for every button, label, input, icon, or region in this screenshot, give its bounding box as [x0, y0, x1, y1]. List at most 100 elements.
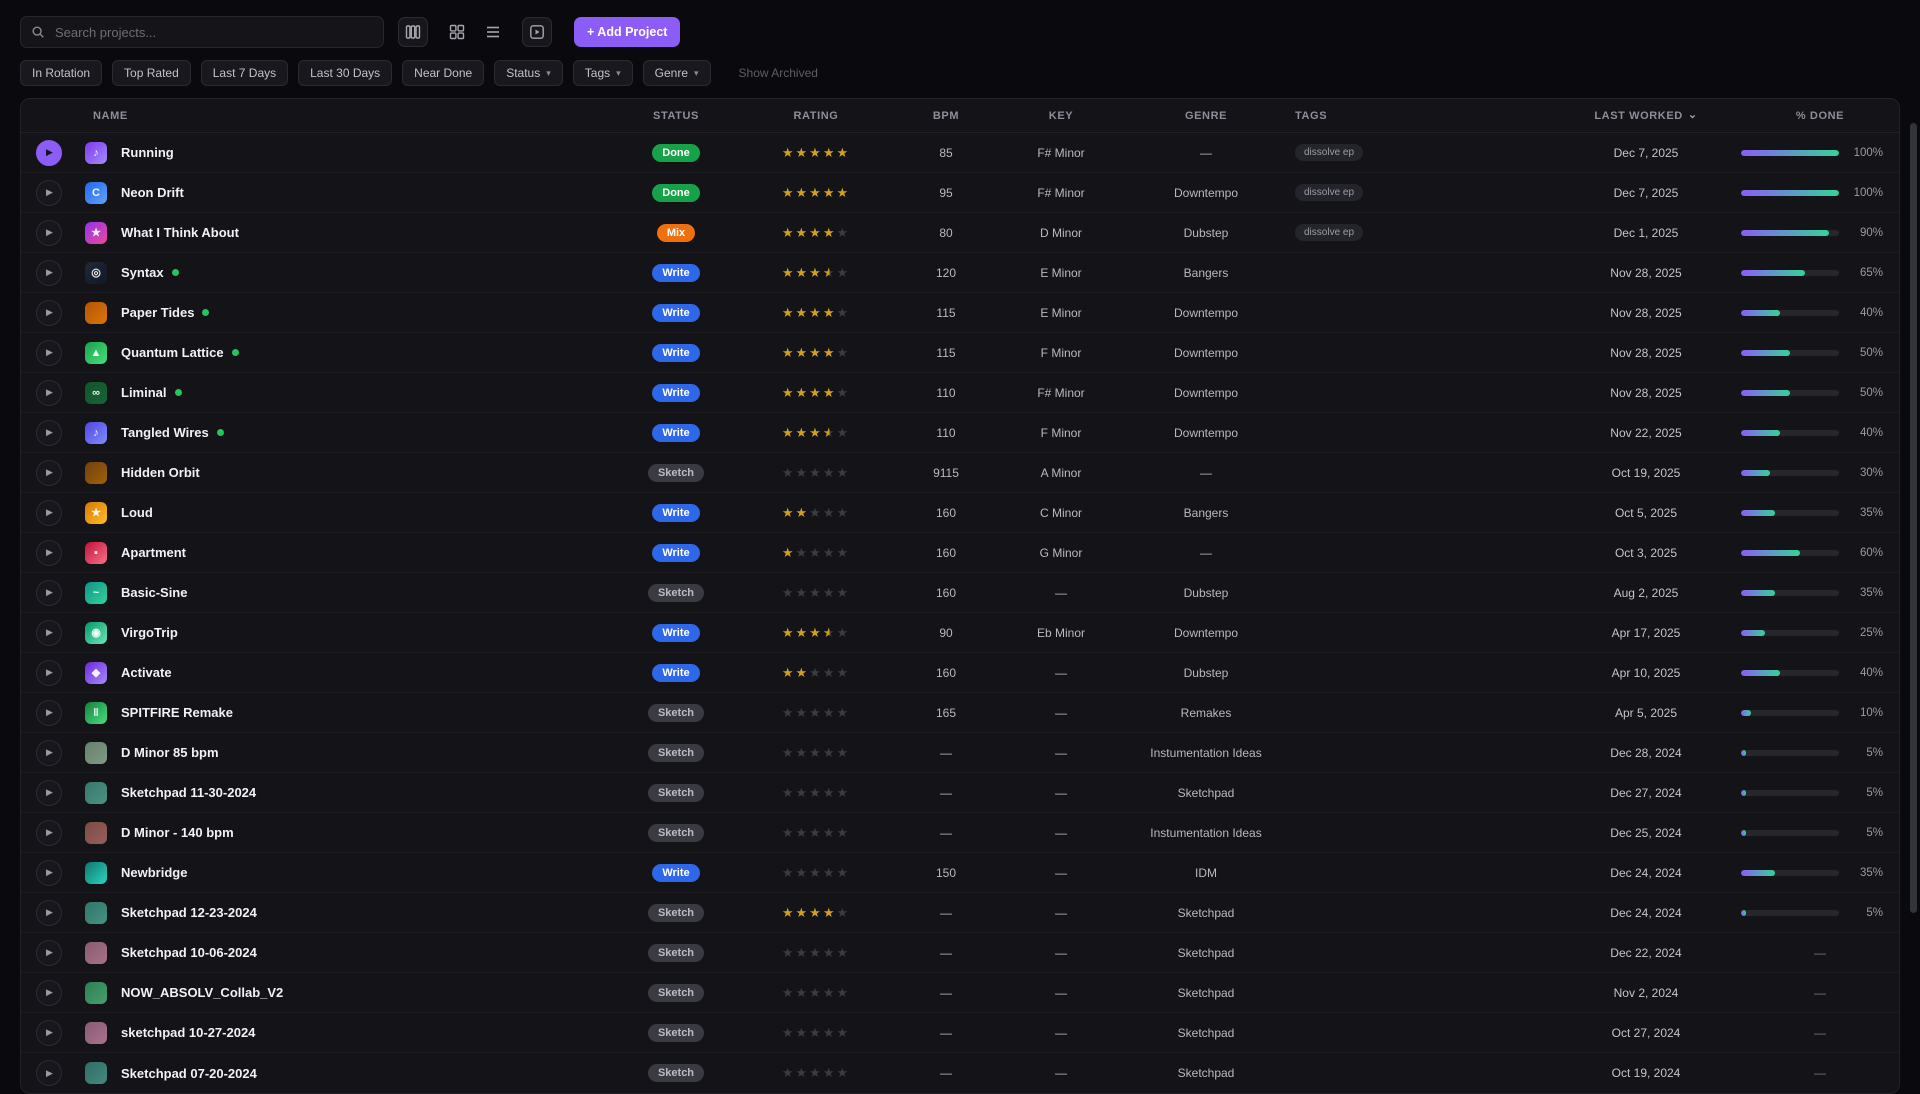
rating-stars[interactable]: ★★★★★ [741, 145, 891, 161]
project-row[interactable]: ▶ ★ What I Think About Mix ★★★★★ 80 D Mi… [21, 213, 1899, 253]
project-name[interactable]: Running [121, 145, 174, 160]
rating-stars[interactable]: ★★★★★ [741, 745, 891, 761]
column-header-name[interactable]: NAME [77, 110, 611, 122]
rating-stars[interactable]: ★★★★★ [741, 425, 891, 441]
project-row[interactable]: ▶ Sketchpad 07-20-2024 Sketch ★★★★★ — — … [21, 1053, 1899, 1093]
columns-view-button[interactable] [398, 17, 428, 47]
project-row[interactable]: ▶ Newbridge Write ★★★★★ 150 — IDM Dec 24… [21, 853, 1899, 893]
scrollbar-thumb[interactable] [1910, 123, 1917, 913]
tags-dropdown[interactable]: Tags ▾ [573, 60, 633, 86]
project-row[interactable]: ▶ Sketchpad 10-06-2024 Sketch ★★★★★ — — … [21, 933, 1899, 973]
rating-stars[interactable]: ★★★★★ [741, 825, 891, 841]
project-name[interactable]: D Minor 85 bpm [121, 745, 219, 760]
column-header-rating[interactable]: RATING [741, 110, 891, 122]
rating-stars[interactable]: ★★★★★ [741, 665, 891, 681]
rating-stars[interactable]: ★★★★★ [741, 625, 891, 641]
rating-stars[interactable]: ★★★★★ [741, 865, 891, 881]
project-name[interactable]: Basic-Sine [121, 585, 187, 600]
play-button[interactable]: ▶ [36, 980, 62, 1006]
rating-stars[interactable]: ★★★★★ [741, 705, 891, 721]
play-button[interactable]: ▶ [36, 580, 62, 606]
column-header-tags[interactable]: TAGS [1291, 110, 1551, 122]
list-view-button[interactable] [478, 17, 508, 47]
play-button[interactable]: ▶ [36, 620, 62, 646]
play-button[interactable]: ▶ [36, 700, 62, 726]
filter-chip-last-7-days[interactable]: Last 7 Days [201, 60, 288, 86]
queue-button[interactable] [522, 17, 552, 47]
project-name[interactable]: Sketchpad 12-23-2024 [121, 905, 257, 920]
project-name[interactable]: Quantum Lattice [121, 345, 224, 360]
status-dropdown[interactable]: Status ▾ [494, 60, 563, 86]
play-button[interactable]: ▶ [36, 180, 62, 206]
filter-chip-near-done[interactable]: Near Done [402, 60, 484, 86]
project-name[interactable]: Loud [121, 505, 153, 520]
project-row[interactable]: ▶ Hidden Orbit Sketch ★★★★★ 9115 A Minor… [21, 453, 1899, 493]
project-name[interactable]: sketchpad 10-27-2024 [121, 1025, 255, 1040]
rating-stars[interactable]: ★★★★★ [741, 545, 891, 561]
rating-stars[interactable]: ★★★★★ [741, 345, 891, 361]
project-name[interactable]: Newbridge [121, 865, 187, 880]
play-button[interactable]: ▶ [36, 860, 62, 886]
filter-chip-last-30-days[interactable]: Last 30 Days [298, 60, 392, 86]
project-name[interactable]: Hidden Orbit [121, 465, 200, 480]
grid-view-button[interactable] [442, 17, 472, 47]
rating-stars[interactable]: ★★★★★ [741, 505, 891, 521]
project-name[interactable]: Sketchpad 10-06-2024 [121, 945, 257, 960]
project-name[interactable]: Apartment [121, 545, 186, 560]
play-button[interactable]: ▶ [36, 660, 62, 686]
play-button[interactable]: ▶ [36, 300, 62, 326]
project-row[interactable]: ▶ sketchpad 10-27-2024 Sketch ★★★★★ — — … [21, 1013, 1899, 1053]
project-row[interactable]: ▶ ◎ Syntax Write ★★★★★ 120 E Minor Bange… [21, 253, 1899, 293]
play-button[interactable]: ▶ [36, 1060, 62, 1086]
play-button[interactable]: ▶ [36, 340, 62, 366]
play-button[interactable]: ▶ [36, 260, 62, 286]
rating-stars[interactable]: ★★★★★ [741, 265, 891, 281]
search-box[interactable] [20, 16, 384, 48]
rating-stars[interactable]: ★★★★★ [741, 985, 891, 1001]
rating-stars[interactable]: ★★★★★ [741, 945, 891, 961]
play-button[interactable]: ▶ [36, 940, 62, 966]
column-header-bpm[interactable]: BPM [891, 110, 1001, 122]
rating-stars[interactable]: ★★★★★ [741, 185, 891, 201]
filter-chip-top-rated[interactable]: Top Rated [112, 60, 191, 86]
column-header-key[interactable]: KEY [1001, 110, 1121, 122]
project-row[interactable]: ▶ ◆ Activate Write ★★★★★ 160 — Dubstep A… [21, 653, 1899, 693]
play-button[interactable]: ▶ [36, 220, 62, 246]
project-name[interactable]: Tangled Wires [121, 425, 209, 440]
project-name[interactable]: SPITFIRE Remake [121, 705, 233, 720]
play-button[interactable]: ▶ [36, 540, 62, 566]
column-header-genre[interactable]: GENRE [1121, 110, 1291, 122]
project-name[interactable]: NOW_ABSOLV_Collab_V2 [121, 985, 283, 1000]
rating-stars[interactable]: ★★★★★ [741, 905, 891, 921]
project-row[interactable]: ▶ ▲ Quantum Lattice Write ★★★★★ 115 F Mi… [21, 333, 1899, 373]
rating-stars[interactable]: ★★★★★ [741, 585, 891, 601]
project-name[interactable]: What I Think About [121, 225, 239, 240]
project-name[interactable]: VirgoTrip [121, 625, 178, 640]
project-name[interactable]: Activate [121, 665, 172, 680]
project-name[interactable]: Sketchpad 11-30-2024 [121, 785, 256, 800]
play-button[interactable]: ▶ [36, 740, 62, 766]
project-name[interactable]: Sketchpad 07-20-2024 [121, 1066, 257, 1081]
project-name[interactable]: D Minor - 140 bpm [121, 825, 234, 840]
show-archived-toggle[interactable]: Show Archived [727, 60, 830, 86]
project-name[interactable]: Syntax [121, 265, 164, 280]
project-row[interactable]: ▶ ★ Loud Write ★★★★★ 160 C Minor Bangers… [21, 493, 1899, 533]
project-row[interactable]: ▶ ◉ VirgoTrip Write ★★★★★ 90 Eb Minor Do… [21, 613, 1899, 653]
column-header-last-worked[interactable]: LAST WORKED ⌄ [1551, 110, 1741, 122]
play-button[interactable]: ▶ [36, 380, 62, 406]
project-row[interactable]: ▶ NOW_ABSOLV_Collab_V2 Sketch ★★★★★ — — … [21, 973, 1899, 1013]
project-row[interactable]: ▶ D Minor 85 bpm Sketch ★★★★★ — — Instum… [21, 733, 1899, 773]
project-row[interactable]: ▶ ‖ SPITFIRE Remake Sketch ★★★★★ 165 — R… [21, 693, 1899, 733]
rating-stars[interactable]: ★★★★★ [741, 385, 891, 401]
play-button[interactable]: ▶ [36, 780, 62, 806]
project-row[interactable]: ▶ Paper Tides Write ★★★★★ 115 E Minor Do… [21, 293, 1899, 333]
filter-chip-in-rotation[interactable]: In Rotation [20, 60, 102, 86]
project-row[interactable]: ▶ C Neon Drift Done ★★★★★ 95 F# Minor Do… [21, 173, 1899, 213]
project-name[interactable]: Paper Tides [121, 305, 194, 320]
project-row[interactable]: ▶ ~ Basic-Sine Sketch ★★★★★ 160 — Dubste… [21, 573, 1899, 613]
project-row[interactable]: ▶ ♪ Tangled Wires Write ★★★★★ 110 F Mino… [21, 413, 1899, 453]
play-button[interactable]: ▶ [36, 140, 62, 166]
project-row[interactable]: ▶ D Minor - 140 bpm Sketch ★★★★★ — — Ins… [21, 813, 1899, 853]
play-button[interactable]: ▶ [36, 900, 62, 926]
rating-stars[interactable]: ★★★★★ [741, 305, 891, 321]
